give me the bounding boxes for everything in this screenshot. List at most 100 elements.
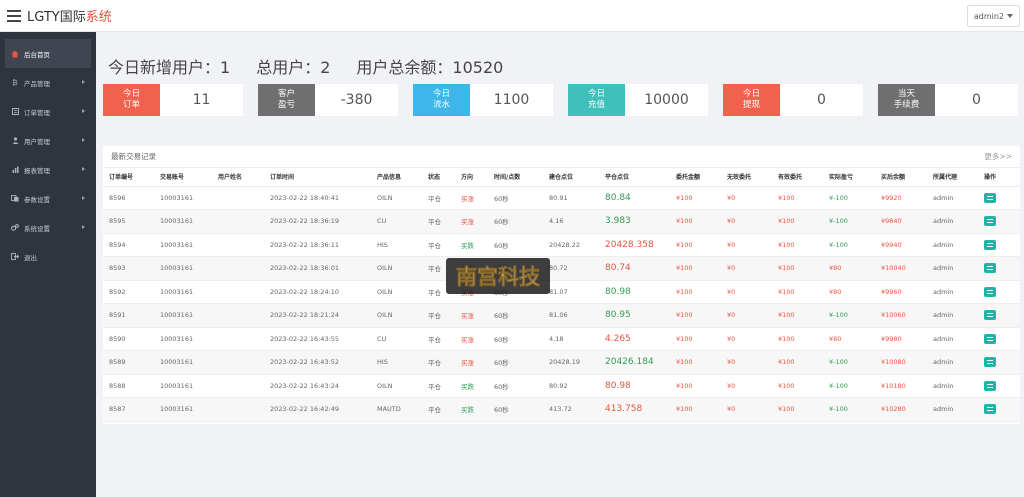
- cell-actions: [978, 256, 1020, 281]
- cell-trade-account: 10003161: [154, 350, 212, 375]
- table-row: 8593 10003161 2023-02-22 18:36:01 OILN 平仓 买涨 6…: [103, 256, 1020, 281]
- table-row: 8588 10003161 2023-02-22 16:43:24 OILN 平仓 买跌 6…: [103, 374, 1020, 398]
- cell-actual-pnl: ¥80: [823, 256, 875, 281]
- menu-toggle-icon[interactable]: [7, 9, 21, 22]
- cell-close-price: 80.74: [599, 256, 670, 281]
- sidebar-item-params[interactable]: 参数设置: [5, 184, 91, 213]
- cell-actual-pnl: ¥-100: [823, 233, 875, 257]
- main-content: 今日新增用户：1 总用户：2 用户总余额：10520 今日 订单 11 客户 盈亏 -3…: [96, 32, 1024, 497]
- cell-order-time: 2023-02-22 18:40:41: [264, 186, 371, 210]
- cell-trade-account: 10003161: [154, 327, 212, 351]
- cell-order-time: 2023-02-22 16:43:55: [264, 327, 371, 351]
- cell-valid-amount: ¥100: [772, 303, 823, 328]
- detail-icon[interactable]: [984, 286, 996, 297]
- detail-icon[interactable]: [984, 216, 996, 227]
- cell-valid-amount: ¥100: [772, 256, 823, 281]
- cell-order-time: 2023-02-22 18:36:11: [264, 233, 371, 257]
- detail-icon[interactable]: [984, 333, 996, 344]
- cell-product-info: HIS: [371, 233, 422, 257]
- chevron-right-icon: [82, 109, 85, 113]
- cell-period: 60秒: [488, 186, 543, 210]
- column-header: 时间/点数: [488, 168, 543, 187]
- cell-invalid-amount: ¥0: [721, 186, 772, 210]
- user-menu-dropdown[interactable]: admin2: [966, 5, 1020, 27]
- sidebar-item-label: 用户管理: [24, 137, 50, 146]
- cell-invalid-amount: ¥0: [721, 303, 772, 328]
- table-row: 8590 10003161 2023-02-22 16:43:55 CU 平仓 买涨 60秒…: [103, 327, 1020, 351]
- cell-valid-amount: ¥100: [772, 374, 823, 398]
- cell-product-info: OILN: [371, 374, 422, 398]
- cell-status: 平仓: [422, 186, 455, 210]
- cell-actual-pnl: ¥-100: [823, 303, 875, 328]
- card-value: 0: [972, 92, 981, 108]
- sidebar-item-products[interactable]: ₿ 产品管理: [5, 68, 91, 97]
- chevron-right-icon: [82, 225, 85, 229]
- stat-cards: 今日 订单 11 客户 盈亏 -380 今日 流水 1100 今日 充值 10000 今…: [103, 84, 1021, 116]
- card-value: -380: [340, 92, 373, 108]
- card-value: 10000: [644, 92, 689, 108]
- cell-invalid-amount: ¥0: [721, 350, 772, 375]
- cell-valid-amount: ¥100: [772, 209, 823, 234]
- detail-icon[interactable]: [984, 310, 996, 321]
- detail-icon[interactable]: [984, 404, 996, 415]
- cell-valid-amount: ¥100: [772, 350, 823, 375]
- new-users-label: 今日新增用户：: [108, 58, 221, 77]
- cell-order-amount: ¥100: [670, 303, 721, 328]
- sidebar-item-system[interactable]: 系统设置: [5, 213, 91, 242]
- detail-icon[interactable]: [984, 239, 996, 250]
- brand-prefix: LGTY国际: [27, 10, 86, 25]
- cell-agent: admin: [927, 280, 978, 304]
- brand-title: LGTY国际系统: [27, 6, 112, 25]
- cell-open-price: 413.72: [543, 397, 599, 422]
- cell-order-time: 2023-02-22 18:21:24: [264, 303, 371, 328]
- cell-period: 60秒: [488, 209, 543, 234]
- table-row: 8589 10003161 2023-02-22 16:43:52 HIS 平仓 买涨 60…: [103, 350, 1020, 375]
- cell-balance-after: ¥9840: [875, 209, 927, 234]
- cell-close-price: 3.983: [599, 209, 670, 234]
- cell-order-amount: ¥100: [670, 397, 721, 422]
- column-header: 委托金额: [670, 168, 721, 187]
- card-label: 今日 提现: [723, 84, 780, 116]
- cell-user-name: [212, 397, 264, 422]
- cell-close-price: 20428.358: [599, 233, 670, 257]
- cell-close-price: 4.265: [599, 327, 670, 351]
- cell-user-name: [212, 186, 264, 210]
- total-balance-label: 用户总余额：: [356, 58, 453, 77]
- table-row: 8595 10003161 2023-02-22 18:36:19 CU 平仓 买涨 60秒…: [103, 209, 1020, 234]
- cell-order-time: 2023-02-22 18:36:01: [264, 256, 371, 281]
- detail-icon[interactable]: [984, 380, 996, 391]
- column-header: 交易账号: [154, 168, 212, 187]
- cell-order-id: 8593: [103, 256, 154, 281]
- cell-invalid-amount: ¥0: [721, 374, 772, 398]
- bitcoin-icon: ₿: [12, 78, 18, 87]
- chart-icon: [10, 166, 20, 173]
- cell-open-price: 20428.22: [543, 233, 599, 257]
- recent-trades-panel: 最新交易记录 更多>> 订单编号 交易账号 用户姓名 订单时间 产品信息 状态 方向 时间/点…: [103, 146, 1020, 424]
- cell-product-info: CU: [371, 209, 422, 234]
- card-value: 0: [817, 92, 826, 108]
- table-row: 8596 10003161 2023-02-22 18:40:41 OILN 平仓 买涨 6…: [103, 186, 1020, 210]
- table-header-row: 订单编号 交易账号 用户姓名 订单时间 产品信息 状态 方向 时间/点数 建仓点位 平仓点位 委托金…: [103, 168, 1020, 187]
- cell-period: 60秒: [488, 256, 543, 281]
- card-label: 今日 订单: [103, 84, 160, 116]
- cell-balance-after: ¥9920: [875, 186, 927, 210]
- cell-status: 平仓: [422, 233, 455, 257]
- cell-period: 60秒: [488, 303, 543, 328]
- cell-actual-pnl: ¥-100: [823, 209, 875, 234]
- cell-product-info: OILN: [371, 186, 422, 210]
- sidebar-item-orders[interactable]: 订单管理: [5, 97, 91, 126]
- detail-icon[interactable]: [984, 357, 996, 368]
- cell-status: 平仓: [422, 350, 455, 375]
- detail-icon[interactable]: [984, 192, 996, 203]
- cell-invalid-amount: ¥0: [721, 256, 772, 281]
- sidebar-item-home[interactable]: 后台首页: [5, 39, 91, 68]
- more-link[interactable]: 更多>>: [984, 151, 1012, 162]
- sidebar-item-logout[interactable]: 退出: [5, 242, 91, 271]
- sidebar-item-reports[interactable]: 报表管理: [5, 155, 91, 184]
- cell-direction: 买涨: [455, 209, 488, 234]
- cell-agent: admin: [927, 186, 978, 210]
- cell-product-info: OILN: [371, 256, 422, 281]
- cell-direction: 买涨: [455, 350, 488, 375]
- sidebar-item-users[interactable]: 用户管理: [5, 126, 91, 155]
- detail-icon[interactable]: [984, 263, 996, 274]
